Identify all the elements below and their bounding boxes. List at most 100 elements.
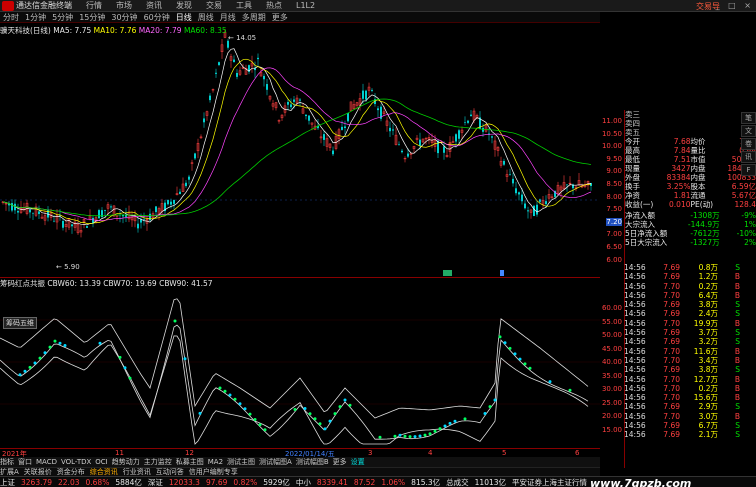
indicator-tab[interactable]: OCI	[95, 458, 107, 466]
candle-body	[515, 188, 517, 194]
flow-label: 净流入额	[625, 211, 655, 220]
resonance-dot	[258, 423, 262, 427]
period-60min[interactable]: 60分钟	[144, 12, 170, 23]
candle-body	[407, 153, 409, 157]
extension-tab[interactable]: 扩展A	[0, 468, 19, 476]
period-daily[interactable]: 日线	[176, 12, 192, 23]
tick-cell: 3.2万	[698, 337, 718, 347]
period-timeshare[interactable]: 分时	[3, 12, 19, 23]
candle-body	[98, 210, 100, 219]
window-controls-icon[interactable]: _ □ ×	[716, 1, 754, 10]
candle-body	[209, 95, 211, 101]
tick-row: 14:56 7.70 3.4万 B	[624, 356, 741, 365]
indicator-tick: 15.00	[601, 425, 622, 434]
flow-pct: -10%	[736, 229, 756, 238]
candle-body	[293, 99, 295, 102]
resonance-dot	[453, 419, 457, 423]
cbw70-line	[0, 324, 589, 440]
indicator-tab[interactable]: 窗口	[18, 457, 32, 467]
menu-tools[interactable]: 工具	[236, 0, 252, 11]
quote-row: 换手 3.25% 股本 6.59亿	[625, 182, 756, 191]
indicator-tab[interactable]: 测试幅图A	[259, 457, 292, 467]
side-tab[interactable]: 讯	[741, 151, 756, 163]
candle-body	[401, 150, 403, 153]
side-tab[interactable]: 笔	[741, 112, 756, 124]
ma60-line	[2, 98, 592, 217]
candle-body	[470, 114, 472, 117]
price-tick: 10.00	[601, 142, 622, 151]
indicator-tab[interactable]: MA2	[208, 458, 223, 466]
indicator-tab[interactable]: 指标	[0, 457, 14, 467]
cbw70-label: CBW70: 19.69	[103, 279, 157, 288]
tick-row: 14:56 7.70 3.0万 B	[624, 412, 741, 421]
tick-cell: 7.69	[663, 309, 680, 319]
period-multi[interactable]: 多周期	[242, 12, 266, 23]
indicator-tab[interactable]: 测试幅图B	[296, 457, 329, 467]
indicator-tab[interactable]: 设置	[351, 457, 365, 467]
indicator-tick: 40.00	[601, 358, 622, 366]
resonance-dot	[568, 388, 572, 392]
menu-discover[interactable]: 发现	[176, 0, 192, 11]
candle-body	[173, 199, 175, 204]
resonance-dot	[498, 335, 502, 339]
quote-cell: 7.68	[673, 137, 691, 146]
resonance-dot	[18, 373, 22, 377]
tick-cell: 7.69	[663, 421, 680, 431]
ma60-label: MA60: 8.35	[183, 26, 227, 35]
tick-row: 14:56 7.70 19.9万 B	[624, 319, 741, 328]
period-30min[interactable]: 30分钟	[111, 12, 137, 23]
period-5min[interactable]: 5分钟	[52, 12, 73, 23]
menu-market[interactable]: 市场	[116, 0, 132, 11]
period-15min[interactable]: 15分钟	[79, 12, 105, 23]
orderbook-row: 卖四	[625, 119, 756, 128]
extension-tab[interactable]: 关联报价	[24, 468, 52, 476]
extension-tab[interactable]: 资金分布	[57, 468, 85, 476]
extension-tab[interactable]: 行业资讯	[123, 468, 151, 476]
period-weekly[interactable]: 周线	[198, 12, 214, 23]
side-tab[interactable]: 卷	[741, 138, 756, 150]
tick-cell: B	[734, 318, 740, 328]
tick-row: 14:56 7.70 15.6万 B	[624, 393, 741, 402]
sell3-label: 卖三	[625, 110, 640, 119]
period-monthly[interactable]: 月线	[220, 12, 236, 23]
tick-list[interactable]: 14:56 7.69 0.8万 S 14:56 7.69 1.2万 B 14:56 7.70 0.2…	[624, 263, 741, 440]
resonance-dot	[128, 376, 132, 380]
indicator-tab[interactable]: 更多	[333, 457, 347, 467]
indicator-tab[interactable]: 私募主图	[176, 457, 204, 467]
period-more[interactable]: 更多	[272, 12, 288, 23]
indicator-tab[interactable]: 测试主图	[227, 457, 255, 467]
resonance-dot	[343, 398, 347, 402]
indicator-chart[interactable]	[0, 278, 600, 448]
menu-hot[interactable]: 热点	[266, 0, 282, 11]
indicator-tab[interactable]: 趋势动力	[112, 457, 140, 467]
kline-chart[interactable]: ← 14.05 ← 5.90	[0, 24, 600, 277]
indicator-tab[interactable]: 主力监控	[144, 457, 172, 467]
tick-cell: 0.2万	[698, 383, 718, 393]
indicator-tabs: 指标 窗口 MACD VOL-TDX OCI 趋势动力 主力监控 私募主图 MA2 测试主图 测试幅…	[0, 457, 600, 467]
candle-body	[533, 205, 535, 217]
indicator-tab[interactable]: MACD	[36, 458, 57, 466]
indicator-label-box[interactable]: 筹码五维	[3, 317, 37, 329]
candle-body	[170, 201, 172, 205]
status-item: 87.52	[353, 477, 376, 487]
candle-body	[323, 134, 325, 140]
indicator-tab[interactable]: VOL-TDX	[61, 458, 91, 466]
period-1min[interactable]: 1分钟	[25, 12, 46, 23]
menu-news[interactable]: 资讯	[146, 0, 162, 11]
tick-cell: 14:56	[624, 263, 646, 272]
extension-tab[interactable]: 互动问答	[156, 468, 184, 476]
menu-quotes[interactable]: 行情	[86, 0, 102, 11]
side-tab[interactable]: F	[741, 164, 756, 176]
side-tab[interactable]: 文	[741, 125, 756, 137]
menu-trade[interactable]: 交易	[206, 0, 222, 11]
menu-l1l2[interactable]: L1L2	[296, 1, 315, 10]
candle-body	[491, 136, 493, 138]
resonance-dot	[493, 398, 497, 402]
flow-pct: -9%	[741, 211, 756, 220]
extension-tab[interactable]: 信用户编制专享	[189, 468, 238, 476]
tick-cell: 14:56	[624, 281, 646, 291]
candle-body	[188, 176, 190, 180]
resonance-dot	[403, 434, 407, 438]
extension-tab[interactable]: 综合资讯	[90, 468, 118, 476]
indicator-tick: 35.00	[601, 371, 622, 380]
